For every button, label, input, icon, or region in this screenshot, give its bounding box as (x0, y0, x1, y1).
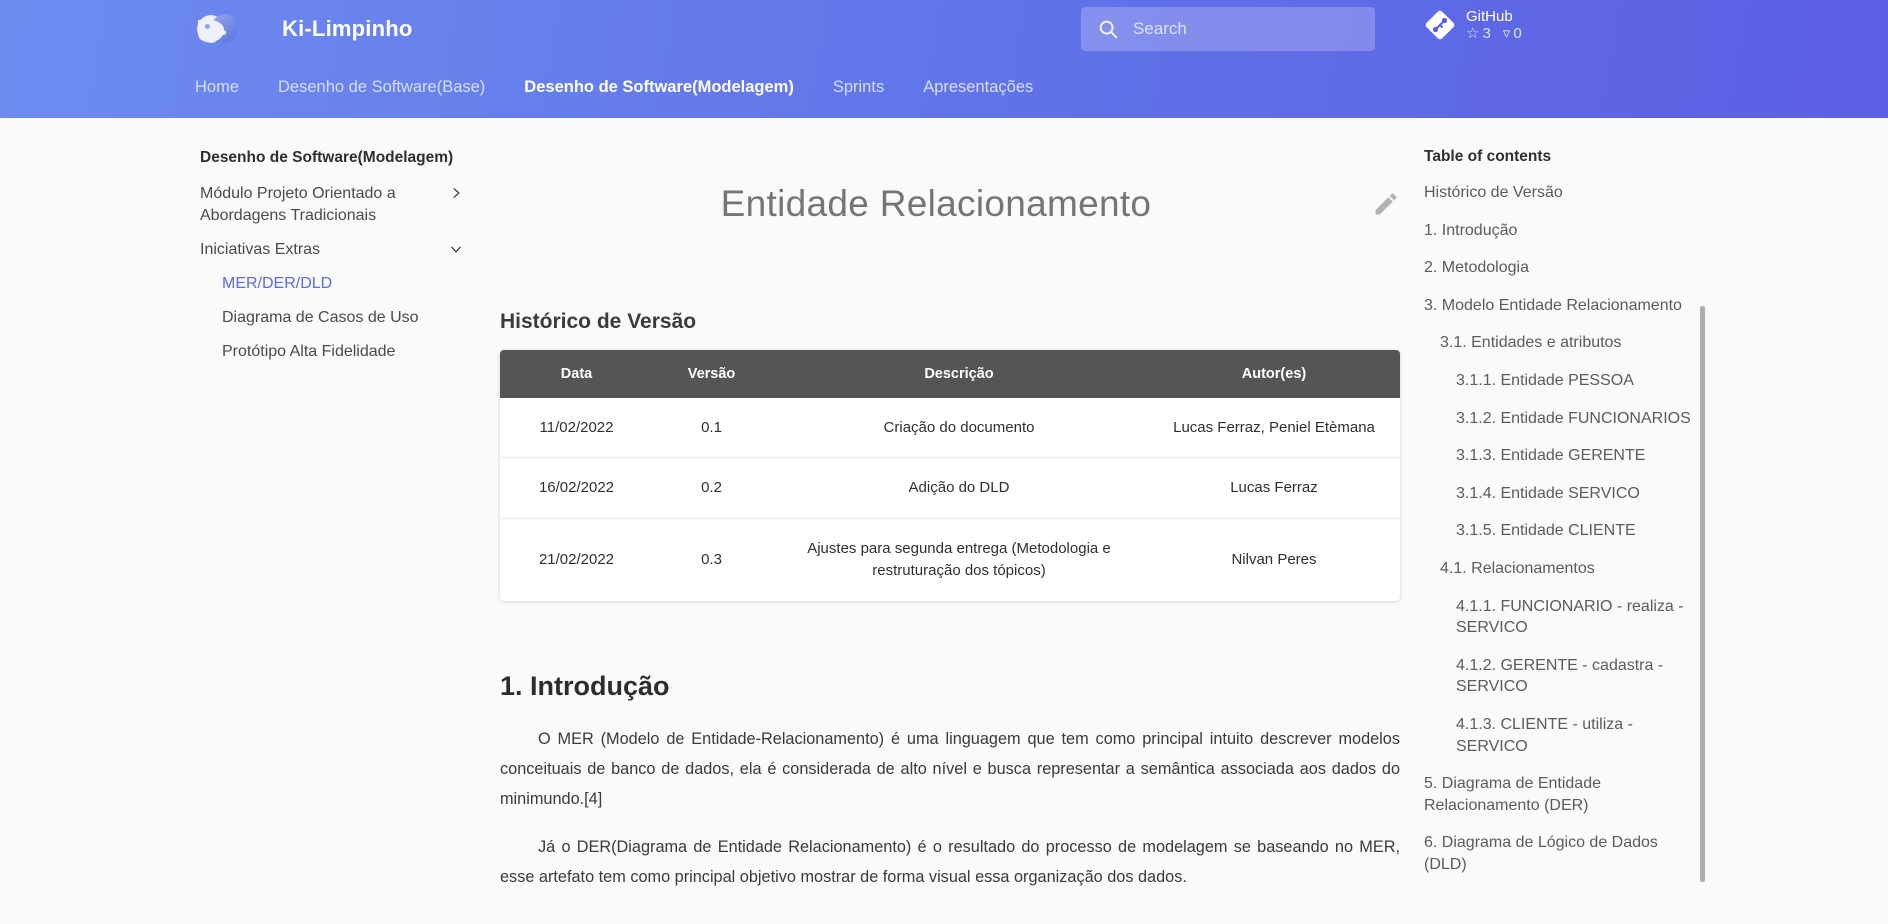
toc-item-entidade-funcionarios[interactable]: 3.1.2. Entidade FUNCIONARIOS (1456, 408, 1692, 430)
table-row: 16/02/2022 0.2 Adição do DLD Lucas Ferra… (500, 457, 1400, 519)
cell-autores: Nilvan Peres (1148, 518, 1400, 601)
cell-versao: 0.3 (653, 518, 770, 601)
search-icon (1097, 18, 1119, 40)
toc-item-historico-de-versao[interactable]: Histórico de Versão (1424, 182, 1692, 204)
github-forks-count: 0 (1513, 25, 1522, 42)
table-body: 11/02/2022 0.1 Criação do documento Luca… (500, 398, 1400, 601)
toc-item-modelo-entidade-relacionamento[interactable]: 3. Modelo Entidade Relacionamento (1424, 295, 1692, 317)
toc-item-gerente-cadastra-servico[interactable]: 4.1.2. GERENTE - cadastra - SERVICO (1456, 655, 1692, 698)
cell-versao: 0.2 (653, 457, 770, 519)
sidebar-group-label: Módulo Projeto Orientado a Abordagens Tr… (200, 184, 396, 224)
brand-logo-link[interactable]: Ki-Limpinho (195, 12, 413, 46)
nav-item-desenho-modelagem[interactable]: Desenho de Software(Modelagem) (524, 78, 794, 97)
table-header-row: Data Versão Descrição Autor(es) (500, 349, 1400, 398)
column-header-autores: Autor(es) (1148, 349, 1400, 398)
left-sidebar-navigation: Desenho de Software(Modelagem) Módulo Pr… (200, 148, 465, 377)
intro-paragraph-2: Já o DER(Diagrama de Entidade Relacionam… (500, 837, 1400, 887)
table-row: 11/02/2022 0.1 Criação do documento Luca… (500, 398, 1400, 458)
toc-item-relacionamentos[interactable]: 4.1. Relacionamentos (1440, 558, 1692, 580)
github-stats: ☆ 3 ▿ 0 (1466, 25, 1522, 42)
nav-item-apresentacoes[interactable]: Apresentações (923, 78, 1033, 97)
brand-title: Ki-Limpinho (282, 16, 413, 41)
search-input[interactable]: Search (1081, 7, 1375, 51)
document-title-row: Entidade Relacionamento (500, 158, 1400, 250)
github-forks: ▿ 0 (1503, 25, 1522, 42)
toc-item-diagrama-entidade-relacionamento[interactable]: 5. Diagrama de Entidade Relacionamento (… (1424, 773, 1692, 816)
version-history-table: Data Versão Descrição Autor(es) 11/02/20… (500, 349, 1400, 601)
sidebar-item-diagrama-casos-de-uso[interactable]: Diagrama de Casos de Uso (222, 309, 465, 327)
sidebar-group-modulo-projeto[interactable]: Módulo Projeto Orientado a Abordagens Tr… (200, 183, 465, 227)
sidebar-item-prototipo-alta-fidelidade[interactable]: Protótipo Alta Fidelidade (222, 343, 465, 361)
nav-item-home[interactable]: Home (195, 78, 239, 97)
site-header: Ki-Limpinho Search GitHub ☆ 3 ▿ 0 Home D… (0, 0, 1888, 118)
toc-scrollbar[interactable] (1700, 306, 1705, 882)
column-header-versao: Versão (653, 349, 770, 398)
star-icon: ☆ (1466, 25, 1480, 42)
primary-navigation: Home Desenho de Software(Base) Desenho d… (0, 62, 1888, 112)
github-repo-link[interactable]: GitHub ☆ 3 ▿ 0 (1422, 7, 1522, 43)
toc-item-diagrama-logico-de-dados[interactable]: 6. Diagrama de Lógico de Dados (DLD) (1424, 832, 1692, 875)
toc-title: Table of contents (1424, 148, 1552, 165)
github-text-block: GitHub ☆ 3 ▿ 0 (1466, 8, 1522, 43)
table-row: 21/02/2022 0.3 Ajustes para segunda entr… (500, 518, 1400, 601)
intro-heading: 1. Introdução (500, 670, 670, 701)
cell-versao: 0.1 (701, 418, 722, 436)
search-placeholder: Search (1133, 19, 1187, 38)
chevron-right-icon (449, 183, 465, 207)
chevron-down-icon (449, 239, 465, 263)
cell-descricao: Ajustes para segunda entrega (Metodologi… (770, 518, 1148, 601)
sidebar-section-title: Desenho de Software(Modelagem) (200, 149, 454, 166)
intro-paragraph-1: O MER (Modelo de Entidade-Relacionamento… (500, 729, 1400, 808)
table-head: Data Versão Descrição Autor(es) (500, 349, 1400, 398)
toc-item-introducao[interactable]: 1. Introdução (1424, 220, 1692, 242)
sidebar-item-mer-der-dld[interactable]: MER/DER/DLD (222, 275, 465, 293)
page-body: Desenho de Software(Modelagem) Módulo Pr… (0, 118, 1888, 924)
cell-descricao: Adição do DLD (770, 457, 1148, 519)
github-stars: ☆ 3 (1466, 25, 1491, 42)
column-header-data: Data (500, 349, 653, 398)
cell-data: 16/02/2022 (500, 457, 653, 519)
toc-item-entidades-e-atributos[interactable]: 3.1. Entidades e atributos (1440, 332, 1692, 354)
sidebar-group-label: Iniciativas Extras (200, 241, 321, 259)
yin-yang-logo-icon (195, 12, 239, 46)
toc-item-entidade-pessoa[interactable]: 3.1.1. Entidade PESSOA (1456, 370, 1692, 392)
toc-item-cliente-utiliza-servico[interactable]: 4.1.3. CLIENTE - utiliza - SERVICO (1456, 714, 1692, 757)
cell-data: 11/02/2022 (539, 418, 614, 436)
column-header-descricao: Descrição (770, 349, 1148, 398)
nav-item-sprints[interactable]: Sprints (833, 78, 884, 97)
fork-icon: ▿ (1502, 25, 1511, 42)
table-of-contents: Table of contents Histórico de Versão 1.… (1424, 148, 1692, 891)
cell-data: 21/02/2022 (500, 518, 653, 601)
git-diamond-icon (1422, 7, 1458, 43)
toc-item-funcionario-realiza-servico[interactable]: 4.1.1. FUNCIONARIO - realiza - SERVICO (1456, 596, 1692, 639)
header-top-bar: Ki-Limpinho Search GitHub ☆ 3 ▿ 0 (0, 0, 1888, 58)
cell-descricao: Criação do documento (883, 418, 1035, 436)
toc-item-entidade-cliente[interactable]: 3.1.5. Entidade CLIENTE (1456, 520, 1692, 542)
pencil-edit-icon[interactable] (1372, 190, 1400, 218)
version-history-table-card: Data Versão Descrição Autor(es) 11/02/20… (500, 349, 1400, 601)
github-stars-count: 3 (1482, 25, 1491, 42)
toc-item-entidade-servico[interactable]: 3.1.4. Entidade SERVICO (1456, 483, 1692, 505)
cell-autores: Lucas Ferraz (1148, 457, 1400, 519)
github-label: GitHub (1466, 7, 1513, 25)
main-content: Entidade Relacionamento Histórico de Ver… (500, 138, 1400, 910)
nav-item-desenho-base[interactable]: Desenho de Software(Base) (278, 78, 485, 97)
version-history-heading: Histórico de Versão (500, 309, 697, 333)
page-title: Entidade Relacionamento (720, 182, 1152, 224)
toc-item-metodologia[interactable]: 2. Metodologia (1424, 257, 1692, 279)
sidebar-group-iniciativas-extras[interactable]: Iniciativas Extras (200, 239, 465, 263)
cell-autores: Lucas Ferraz, Peniel Etèmana (1173, 418, 1375, 436)
toc-item-entidade-gerente[interactable]: 3.1.3. Entidade GERENTE (1456, 445, 1692, 467)
